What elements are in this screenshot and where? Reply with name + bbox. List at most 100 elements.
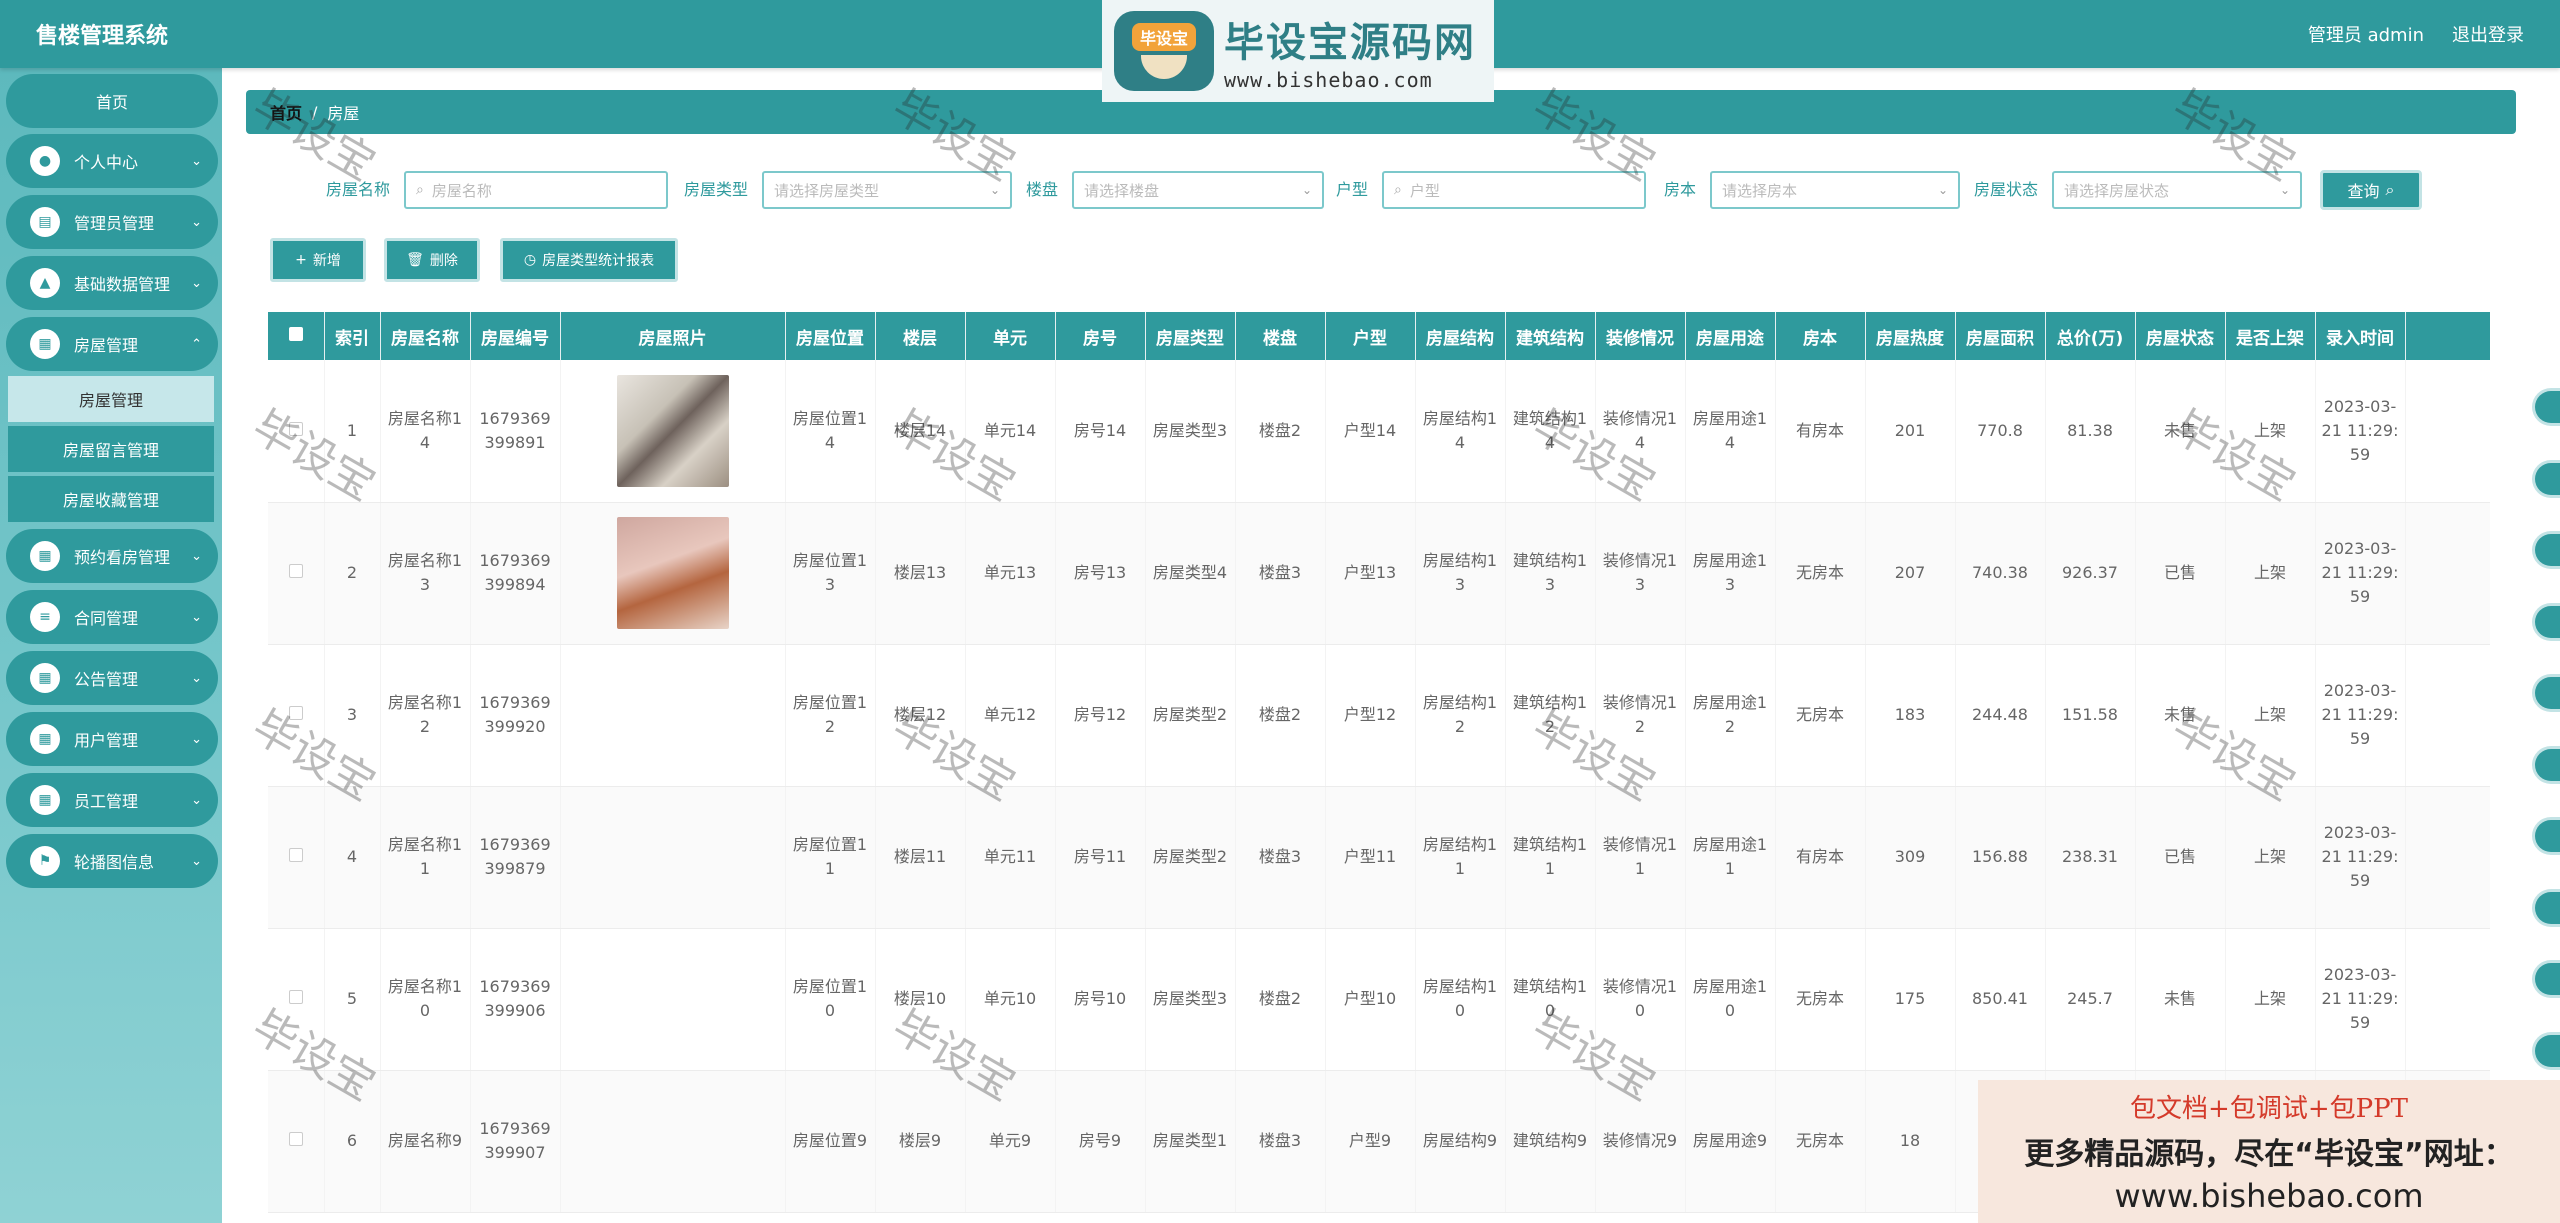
status-select[interactable]: 请选择房屋状态 ⌄ [2052, 171, 2302, 209]
trash-icon: 🗑 [406, 252, 424, 268]
logout-link[interactable]: 退出登录 [2452, 21, 2524, 47]
admin-user-label[interactable]: 管理员 admin [2308, 21, 2424, 47]
submenu-house-management[interactable]: 房屋管理 [8, 376, 214, 422]
cell-pos: 房屋位置12 [785, 644, 876, 787]
cell-shelf: 上架 [2225, 644, 2316, 787]
row-checkbox[interactable] [268, 644, 325, 787]
cell-time: 2023-03-21 11:29:59 [2315, 786, 2406, 929]
cell-use: 房屋用途14 [1685, 360, 1776, 503]
cell-price: 245.7 [2045, 928, 2136, 1071]
chevron-down-icon: ⌄ [191, 670, 202, 686]
sidebar-item-announcements[interactable]: ▦ 公告管理 ⌄ [6, 651, 218, 705]
breadcrumb-current: 房屋 [327, 104, 360, 123]
main-content: 首页 / 房屋 房屋名称 ⌕ 房屋名称 房屋类型 请选择房屋类型 ⌄ 楼盘 请选… [222, 68, 2560, 1223]
sidebar-item-users[interactable]: ▦ 用户管理 ⌄ [6, 712, 218, 766]
cell-room: 房号13 [1055, 502, 1146, 645]
sidebar-item-personal-center[interactable]: ● 个人中心 ⌄ [6, 134, 218, 188]
layout-input[interactable]: ⌕ 户型 [1382, 171, 1646, 209]
table-row: 3 房屋名称12 1679369399920 房屋位置12 楼层12 单元12 房号12 房屋… [268, 644, 2490, 787]
house-name-input[interactable]: ⌕ 房屋名称 [404, 171, 668, 209]
cell-type: 房屋类型2 [1145, 644, 1236, 787]
building-select[interactable]: 请选择楼盘 ⌄ [1072, 171, 1324, 209]
promo-banner: 包文档+包调试+包PPT 更多精品源码，尽在“毕设宝”网址： www.bishe… [1978, 1080, 2560, 1223]
sidebar-item-carousel[interactable]: ⚑ 轮播图信息 ⌄ [6, 834, 218, 888]
cell-room: 房号10 [1055, 928, 1146, 1071]
cell-building: 楼盘3 [1235, 1070, 1326, 1213]
chevron-down-icon: ⌄ [191, 214, 202, 230]
watermark-logo: 毕设宝 毕设宝源码网 www.bishebao.com [1102, 0, 1494, 102]
house-name-label: 房屋名称 [326, 180, 391, 199]
cell-heat: 18 [1865, 1070, 1956, 1213]
cell-layout: 户型14 [1325, 360, 1416, 503]
cell-cert: 有房本 [1775, 786, 1866, 929]
cell-layout: 户型13 [1325, 502, 1416, 645]
breadcrumb-home[interactable]: 首页 [270, 100, 302, 124]
cell-deco: 装修情况11 [1595, 786, 1686, 929]
row-checkbox[interactable] [268, 786, 325, 929]
house-type-select[interactable]: 请选择房屋类型 ⌄ [762, 171, 1012, 209]
grid-icon: ▦ [30, 724, 60, 754]
cert-select[interactable]: 请选择房本 ⌄ [1710, 171, 1960, 209]
submenu-house-favorites[interactable]: 房屋收藏管理 [8, 476, 214, 522]
status-label: 房屋状态 [1974, 180, 2039, 199]
row-checkbox[interactable] [268, 928, 325, 1071]
cell-cert: 无房本 [1775, 1070, 1866, 1213]
cell-hstruct: 房屋结构11 [1415, 786, 1506, 929]
cell-status: 未售 [2135, 928, 2226, 1071]
cell-floor: 楼层11 [875, 786, 966, 929]
cell-no: 1679369399891 [470, 360, 561, 503]
thumbs-up-icon: ▲ [30, 268, 60, 298]
grid-icon: ▦ [30, 785, 60, 815]
sidebar-item-house-management[interactable]: ▦ 房屋管理 ⌃ [6, 317, 218, 371]
cell-status: 未售 [2135, 360, 2226, 503]
table-row: 4 房屋名称11 1679369399879 房屋位置11 楼层11 单元11 房号11 房屋… [268, 786, 2490, 929]
chevron-down-icon: ⌄ [989, 183, 1000, 197]
cell-deco: 装修情况10 [1595, 928, 1686, 1071]
cell-name: 房屋名称12 [380, 644, 471, 787]
query-button[interactable]: 查询 ⌕ [2320, 170, 2422, 210]
col-header: 房屋照片 [560, 312, 786, 360]
cell-idx: 3 [324, 644, 381, 787]
cell-building: 楼盘2 [1235, 644, 1326, 787]
cell-hstruct: 房屋结构9 [1415, 1070, 1506, 1213]
cell-deco: 装修情况13 [1595, 502, 1686, 645]
chevron-up-icon: ⌃ [191, 336, 202, 352]
row-actions [2405, 786, 2490, 929]
layout-label: 户型 [1336, 180, 1369, 199]
row-checkbox[interactable] [268, 502, 325, 645]
cell-idx: 5 [324, 928, 381, 1071]
add-button[interactable]: + 新增 [270, 238, 366, 282]
row-checkbox[interactable] [268, 1070, 325, 1213]
chevron-down-icon: ⌄ [191, 548, 202, 564]
cell-room: 房号14 [1055, 360, 1146, 503]
sidebar-item-basic-data[interactable]: ▲ 基础数据管理 ⌄ [6, 256, 218, 310]
col-header: 房屋热度 [1865, 312, 1956, 360]
cell-unit: 单元14 [965, 360, 1056, 503]
select-all-checkbox[interactable] [268, 312, 325, 360]
col-header: 装修情况 [1595, 312, 1686, 360]
row-checkbox[interactable] [268, 360, 325, 503]
cell-time: 2023-03-21 11:29:59 [2315, 928, 2406, 1071]
delete-button[interactable]: 🗑 删除 [384, 238, 480, 282]
cell-name: 房屋名称13 [380, 502, 471, 645]
sidebar-item-viewing-appointments[interactable]: ▦ 预约看房管理 ⌄ [6, 529, 218, 583]
cell-name: 房屋名称9 [380, 1070, 471, 1213]
sidebar-item-employees[interactable]: ▦ 员工管理 ⌄ [6, 773, 218, 827]
col-header: 房屋编号 [470, 312, 561, 360]
flag-icon: ⚑ [30, 846, 60, 876]
cell-area: 244.48 [1955, 644, 2046, 787]
cell-pos: 房屋位置10 [785, 928, 876, 1071]
type-report-button[interactable]: ◷ 房屋类型统计报表 [500, 238, 678, 282]
cell-bstruct: 建筑结构13 [1505, 502, 1596, 645]
cell-unit: 单元12 [965, 644, 1056, 787]
cell-price: 81.38 [2045, 360, 2136, 503]
cell-bstruct: 建筑结构14 [1505, 360, 1596, 503]
sidebar-item-contracts[interactable]: ≡ 合同管理 ⌄ [6, 590, 218, 644]
cell-building: 楼盘2 [1235, 928, 1326, 1071]
table-row: 1 房屋名称14 1679369399891 房屋位置14 楼层14 单元14 房号14 房屋… [268, 360, 2490, 503]
sidebar-item-admin-management[interactable]: ▤ 管理员管理 ⌄ [6, 195, 218, 249]
chevron-down-icon: ⌄ [191, 731, 202, 747]
promo-line-1: 包文档+包调试+包PPT [2130, 1094, 2408, 1124]
submenu-house-messages[interactable]: 房屋留言管理 [8, 426, 214, 472]
sidebar-item-home[interactable]: 首页 [6, 74, 218, 128]
